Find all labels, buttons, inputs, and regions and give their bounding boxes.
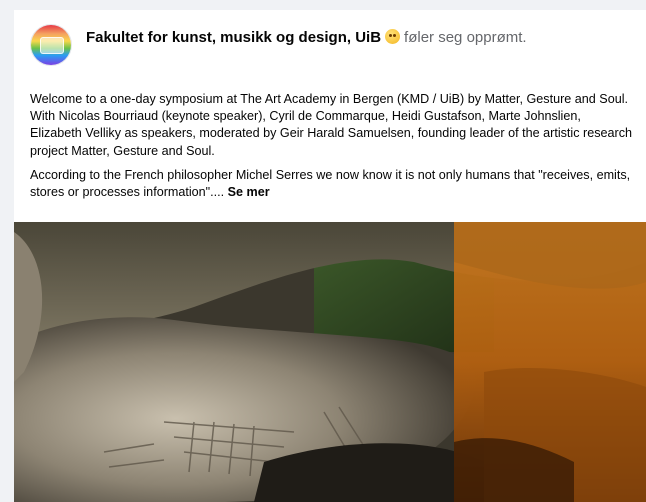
post-image[interactable]	[14, 222, 646, 502]
page-name-link[interactable]: Fakultet for kunst, musikk og design, Ui…	[86, 29, 381, 46]
cave-photo	[14, 222, 646, 502]
post-paragraph: According to the French philosopher Mich…	[30, 167, 636, 201]
avatar-emblem	[40, 37, 64, 54]
post-body: Welcome to a one-day symposium at The Ar…	[30, 91, 636, 208]
post-paragraph: Welcome to a one-day symposium at The Ar…	[30, 92, 633, 158]
page-avatar[interactable]	[30, 24, 72, 66]
post-card: Fakultet for kunst, musikk og design, Ui…	[14, 10, 646, 502]
post-paragraph-text: According to the French philosopher Mich…	[30, 167, 631, 200]
post-author-line: Fakultet for kunst, musikk og design, Ui…	[86, 29, 527, 46]
smiling-face-icon	[385, 29, 401, 44]
post-header: Fakultet for kunst, musikk og design, Ui…	[30, 22, 636, 72]
feeling-text: føler seg opprømt.	[404, 29, 527, 46]
see-more-link[interactable]: Se mer	[228, 185, 270, 199]
